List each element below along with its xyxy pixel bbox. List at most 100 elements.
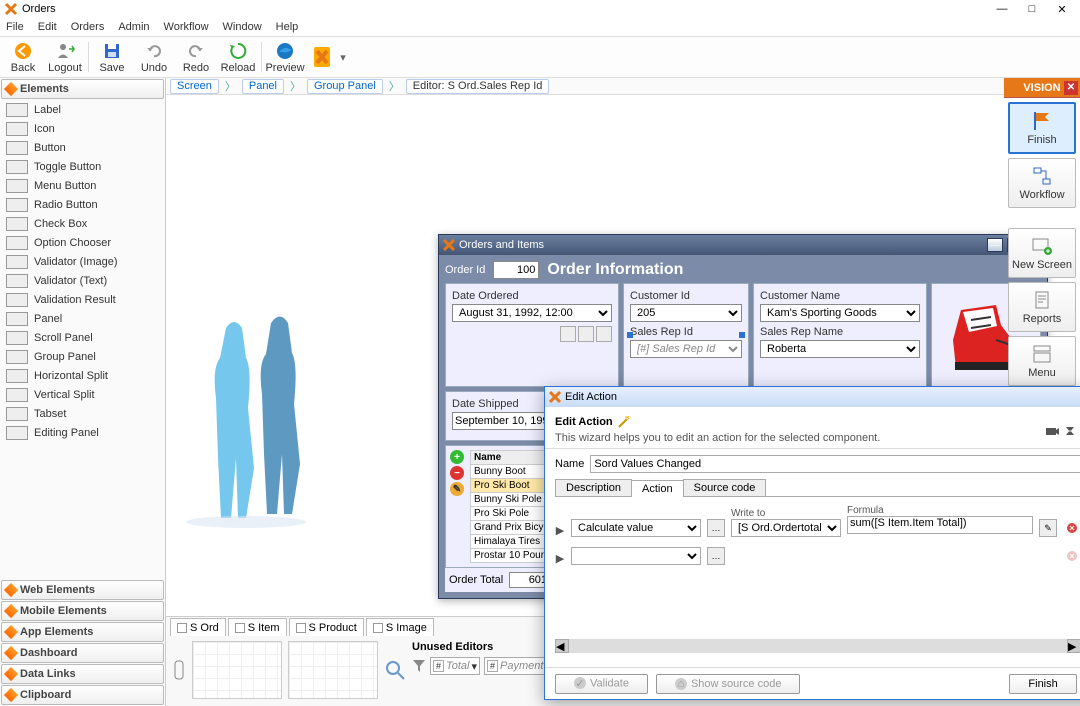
panel-dashboard[interactable]: Dashboard xyxy=(1,643,164,663)
magnifier-icon[interactable] xyxy=(384,659,406,681)
brand-dropdown[interactable]: ▾ xyxy=(338,51,348,64)
menu-workflow[interactable]: Workflow xyxy=(164,21,209,33)
element-validation-result[interactable]: Validation Result xyxy=(0,290,165,309)
element-vertical-split[interactable]: Vertical Split xyxy=(0,385,165,404)
flip-icon[interactable] xyxy=(1063,424,1077,438)
vision-tab[interactable]: VISION✕ xyxy=(1004,78,1080,98)
row-action-1[interactable] xyxy=(560,326,576,342)
panel-data-links[interactable]: Data Links xyxy=(1,664,164,684)
customer-name-field[interactable]: Kam's Sporting Goods xyxy=(760,304,920,322)
panel-mobile-elements[interactable]: Mobile Elements xyxy=(1,601,164,621)
expand-arrow-icon[interactable]: ▶ xyxy=(555,524,565,537)
date-ordered-field[interactable]: August 31, 1992, 12:00 xyxy=(452,304,612,322)
tab-icon xyxy=(235,623,245,633)
orders-window-titlebar[interactable]: Orders and Items — □ ✕ xyxy=(439,235,1047,255)
row-action-2[interactable] xyxy=(578,326,594,342)
menu-orders[interactable]: Orders xyxy=(71,21,105,33)
sales-rep-id-field[interactable]: [#] Sales Rep Id xyxy=(630,340,742,358)
element-button[interactable]: Button xyxy=(0,138,165,157)
formula-edit-button[interactable]: ✎ xyxy=(1039,519,1057,537)
edit-item-icon[interactable]: ✎ xyxy=(450,482,464,496)
element-tabset[interactable]: Tabset xyxy=(0,404,165,423)
preview-button[interactable]: Preview xyxy=(264,37,306,77)
tab-source[interactable]: Source code xyxy=(683,479,767,496)
element-panel[interactable]: Panel xyxy=(0,309,165,328)
finish-panel-button[interactable]: Finish xyxy=(1008,102,1076,154)
element-menu-button[interactable]: Menu Button xyxy=(0,176,165,195)
layout-thumbnail-2[interactable] xyxy=(288,641,378,699)
menu-help[interactable]: Help xyxy=(276,21,299,33)
sales-rep-name-field[interactable]: Roberta xyxy=(760,340,920,358)
redo-button[interactable]: Redo xyxy=(175,37,217,77)
menu-window[interactable]: Window xyxy=(223,21,262,33)
panel-web-elements[interactable]: Web Elements xyxy=(1,580,164,600)
element-validator-text-[interactable]: Validator (Text) xyxy=(0,271,165,290)
tab-description[interactable]: Description xyxy=(555,479,632,496)
vision-close-icon[interactable]: ✕ xyxy=(1064,81,1078,95)
element-label[interactable]: Label xyxy=(0,100,165,119)
close-button[interactable]: ✕ xyxy=(1048,2,1076,16)
finish-button[interactable]: Finish xyxy=(1009,674,1076,694)
new-screen-button[interactable]: New Screen xyxy=(1008,228,1076,278)
editor-tab-s-product[interactable]: S Product xyxy=(289,618,364,636)
maximize-button[interactable]: □ xyxy=(1018,2,1046,16)
row-action-3[interactable] xyxy=(596,326,612,342)
element-icon[interactable]: Icon xyxy=(0,119,165,138)
workflow-panel-button[interactable]: Workflow xyxy=(1008,158,1076,208)
logout-button[interactable]: Logout xyxy=(44,37,86,77)
panel-app-elements[interactable]: App Elements xyxy=(1,622,164,642)
menu-admin[interactable]: Admin xyxy=(118,21,149,33)
panel-clipboard[interactable]: Clipboard xyxy=(1,685,164,705)
element-validator-image-[interactable]: Validator (Image) xyxy=(0,252,165,271)
calc-type-select[interactable]: Calculate value xyxy=(571,519,701,537)
customer-id-field[interactable]: 205 xyxy=(630,304,742,322)
element-group-panel[interactable]: Group Panel xyxy=(0,347,165,366)
menu-file[interactable]: File xyxy=(6,21,24,33)
menu-edit[interactable]: Edit xyxy=(38,21,57,33)
layout-thumbnail-1[interactable] xyxy=(192,641,282,699)
cam-icon[interactable] xyxy=(1045,424,1059,438)
formula-input[interactable]: sum([S Item.Item Total]) xyxy=(847,516,1033,534)
expand-arrow-icon[interactable]: ▶ xyxy=(555,552,565,565)
tab-action[interactable]: Action xyxy=(631,480,684,497)
editor-tab-s-image[interactable]: S Image xyxy=(366,618,434,636)
add-item-icon[interactable]: + xyxy=(450,450,464,464)
remove-item-icon[interactable]: − xyxy=(450,466,464,480)
element-option-chooser[interactable]: Option Chooser xyxy=(0,233,165,252)
breadcrumb-screen[interactable]: Screen xyxy=(170,79,219,94)
minimize-button[interactable]: — xyxy=(988,2,1016,16)
element-toggle-button[interactable]: Toggle Button xyxy=(0,157,165,176)
funnel-icon[interactable] xyxy=(412,659,426,673)
unused-field-total[interactable]: # Total ▾ xyxy=(430,657,480,675)
element-horizontal-split[interactable]: Horizontal Split xyxy=(0,366,165,385)
dialog-titlebar[interactable]: Edit Action — □ ✕ xyxy=(545,387,1080,407)
write-to-select[interactable]: [S Ord.Ordertotal] xyxy=(731,519,841,537)
horizontal-scrollbar[interactable]: ◀▶ xyxy=(555,639,1080,653)
delete-row-icon-2[interactable] xyxy=(1063,547,1080,565)
element-editing-panel[interactable]: Editing Panel xyxy=(0,423,165,442)
element-scroll-panel[interactable]: Scroll Panel xyxy=(0,328,165,347)
calc-type-select-2[interactable] xyxy=(571,547,701,565)
element-check-box[interactable]: Check Box xyxy=(0,214,165,233)
reports-button[interactable]: Reports xyxy=(1008,282,1076,332)
owin-minimize[interactable]: — xyxy=(987,238,1003,252)
delete-row-icon[interactable] xyxy=(1063,519,1080,537)
reload-button[interactable]: Reload xyxy=(217,37,259,77)
breadcrumb-group-panel[interactable]: Group Panel xyxy=(307,79,383,94)
show-source-button[interactable]: ⌂Show source code xyxy=(656,674,801,694)
validate-button[interactable]: ✓Validate xyxy=(555,674,648,694)
order-id-input[interactable] xyxy=(493,261,539,279)
calc-more-button[interactable]: … xyxy=(707,519,725,537)
menu-button[interactable]: Menu xyxy=(1008,336,1076,386)
calc-more-button-2[interactable]: … xyxy=(707,547,725,565)
back-button[interactable]: Back xyxy=(2,37,44,77)
save-button[interactable]: Save xyxy=(91,37,133,77)
editor-tab-s-ord[interactable]: S Ord xyxy=(170,618,226,636)
action-name-input[interactable] xyxy=(590,455,1080,473)
editor-tab-s-item[interactable]: S Item xyxy=(228,618,287,636)
app-brand-button[interactable] xyxy=(306,43,338,71)
element-radio-button[interactable]: Radio Button xyxy=(0,195,165,214)
breadcrumb-panel[interactable]: Panel xyxy=(242,79,284,94)
undo-button[interactable]: Undo xyxy=(133,37,175,77)
elements-header[interactable]: Elements xyxy=(1,79,164,99)
